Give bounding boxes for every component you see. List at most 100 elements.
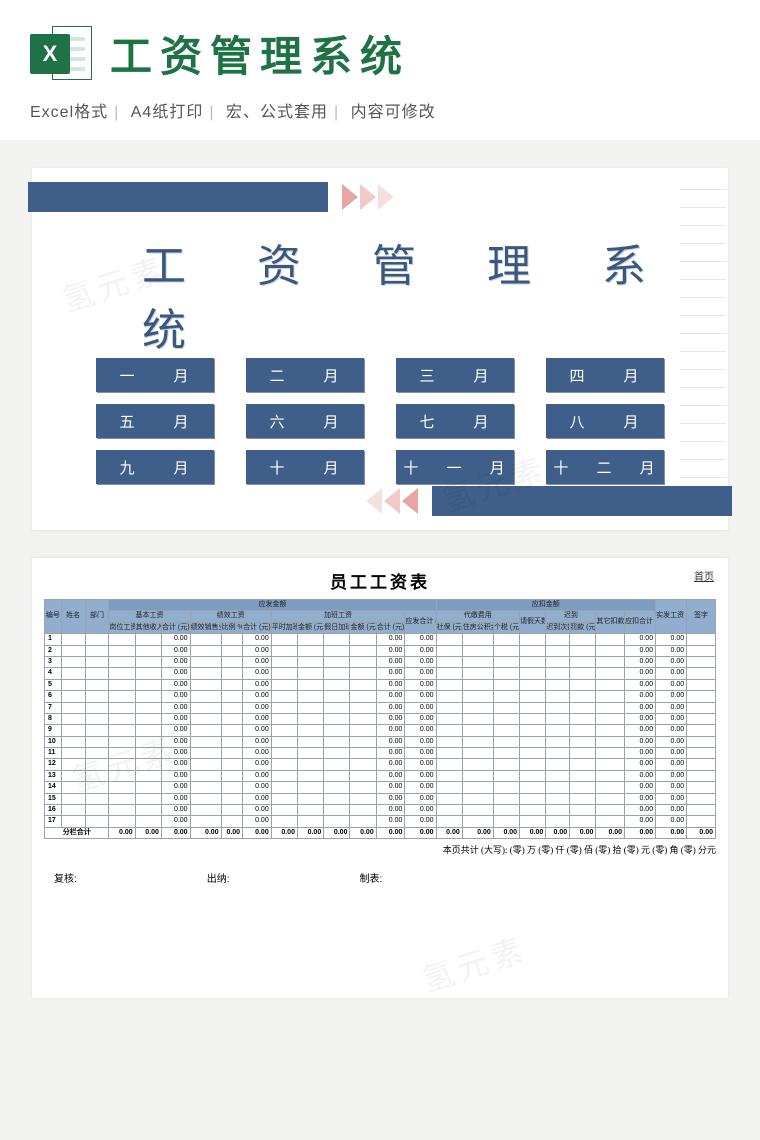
cell <box>596 805 625 816</box>
cell <box>135 770 161 781</box>
cell: 0.00 <box>161 645 190 656</box>
cell: 0.00 <box>243 736 272 747</box>
cell: 7 <box>45 702 62 713</box>
month-button-9[interactable]: 九 月 <box>96 450 214 484</box>
cell <box>324 793 350 804</box>
cell: 0.00 <box>625 816 656 827</box>
cell: 0.00 <box>656 827 687 838</box>
cell: 0.00 <box>161 759 190 770</box>
cell: 0.00 <box>493 827 519 838</box>
cell: 0.00 <box>161 713 190 724</box>
month-button-12[interactable]: 十 二 月 <box>546 450 664 484</box>
cell: 0.00 <box>243 634 272 645</box>
cell <box>190 645 221 656</box>
col: 金额 (元) <box>350 622 376 633</box>
decor-bar-top <box>28 182 328 212</box>
cell <box>546 679 570 690</box>
month-button-8[interactable]: 八 月 <box>546 404 664 438</box>
cell <box>493 748 519 759</box>
cell <box>596 770 625 781</box>
cell: 0.00 <box>405 782 436 793</box>
month-button-10[interactable]: 十 月 <box>246 450 364 484</box>
cell <box>271 736 297 747</box>
col-otherdd: 其它扣款 (元) <box>596 611 625 634</box>
month-button-11[interactable]: 十 一 月 <box>396 450 514 484</box>
cell: 0.00 <box>625 725 656 736</box>
cell: 0.00 <box>161 725 190 736</box>
cell <box>687 805 716 816</box>
month-button-3[interactable]: 三 月 <box>396 358 514 392</box>
system-title: 工 资 管 理 系 统 <box>142 230 708 358</box>
cell <box>271 805 297 816</box>
col: 住房公积金 (元) <box>462 622 493 633</box>
cell <box>324 816 350 827</box>
cell <box>135 634 161 645</box>
cell: 0.00 <box>161 805 190 816</box>
cell <box>324 713 350 724</box>
cell: 0.00 <box>243 702 272 713</box>
cell <box>61 759 85 770</box>
month-button-5[interactable]: 五 月 <box>96 404 214 438</box>
col: 个税 (元) <box>493 622 519 633</box>
cell: 0.00 <box>243 782 272 793</box>
cell <box>297 736 323 747</box>
cell <box>297 713 323 724</box>
month-button-7[interactable]: 七 月 <box>396 404 514 438</box>
col: 金额 (元) <box>297 622 323 633</box>
col: 其他收入 <box>135 622 161 633</box>
month-button-2[interactable]: 二 月 <box>246 358 364 392</box>
cell <box>493 805 519 816</box>
cell: 0.00 <box>405 827 436 838</box>
month-button-6[interactable]: 六 月 <box>246 404 364 438</box>
cell: 0.00 <box>376 770 405 781</box>
cell: 0.00 <box>405 634 436 645</box>
cell <box>135 759 161 770</box>
cell <box>687 816 716 827</box>
cell <box>350 782 376 793</box>
cell <box>596 634 625 645</box>
cell <box>350 736 376 747</box>
cell: 0.00 <box>405 770 436 781</box>
cell <box>596 668 625 679</box>
cell: 0.00 <box>656 805 687 816</box>
cell: 0.00 <box>656 656 687 667</box>
month-button-4[interactable]: 四 月 <box>546 358 664 392</box>
cell: 0.00 <box>376 759 405 770</box>
cell <box>271 656 297 667</box>
table-row: 100.000.000.000.000.000.00 <box>45 736 716 747</box>
cell <box>135 736 161 747</box>
cell <box>596 759 625 770</box>
col-gross: 应发合计 (元) <box>405 611 436 634</box>
cell <box>271 713 297 724</box>
excel-icon: X <box>30 22 92 84</box>
cell: 0.00 <box>625 668 656 679</box>
cell <box>135 691 161 702</box>
cell: 0.00 <box>625 702 656 713</box>
cell <box>493 713 519 724</box>
cell <box>436 793 462 804</box>
cell: 0.00 <box>376 748 405 759</box>
cell: 0.00 <box>570 827 596 838</box>
cell <box>462 645 493 656</box>
cell: 0.00 <box>405 702 436 713</box>
col: 罚款 (元) <box>570 622 596 633</box>
cell <box>596 725 625 736</box>
cell <box>324 668 350 679</box>
cell <box>546 793 570 804</box>
cell <box>109 770 135 781</box>
cell <box>85 816 109 827</box>
cell <box>190 770 221 781</box>
month-button-1[interactable]: 一 月 <box>96 358 214 392</box>
cell: 0.00 <box>376 725 405 736</box>
cell <box>61 748 85 759</box>
cell <box>324 645 350 656</box>
cell <box>85 748 109 759</box>
cell <box>221 816 242 827</box>
cell <box>221 645 242 656</box>
cell: 0.00 <box>161 736 190 747</box>
cell <box>493 634 519 645</box>
cell <box>546 645 570 656</box>
home-link[interactable]: 首页 <box>694 568 714 583</box>
cell: 0.00 <box>161 691 190 702</box>
cell <box>493 770 519 781</box>
